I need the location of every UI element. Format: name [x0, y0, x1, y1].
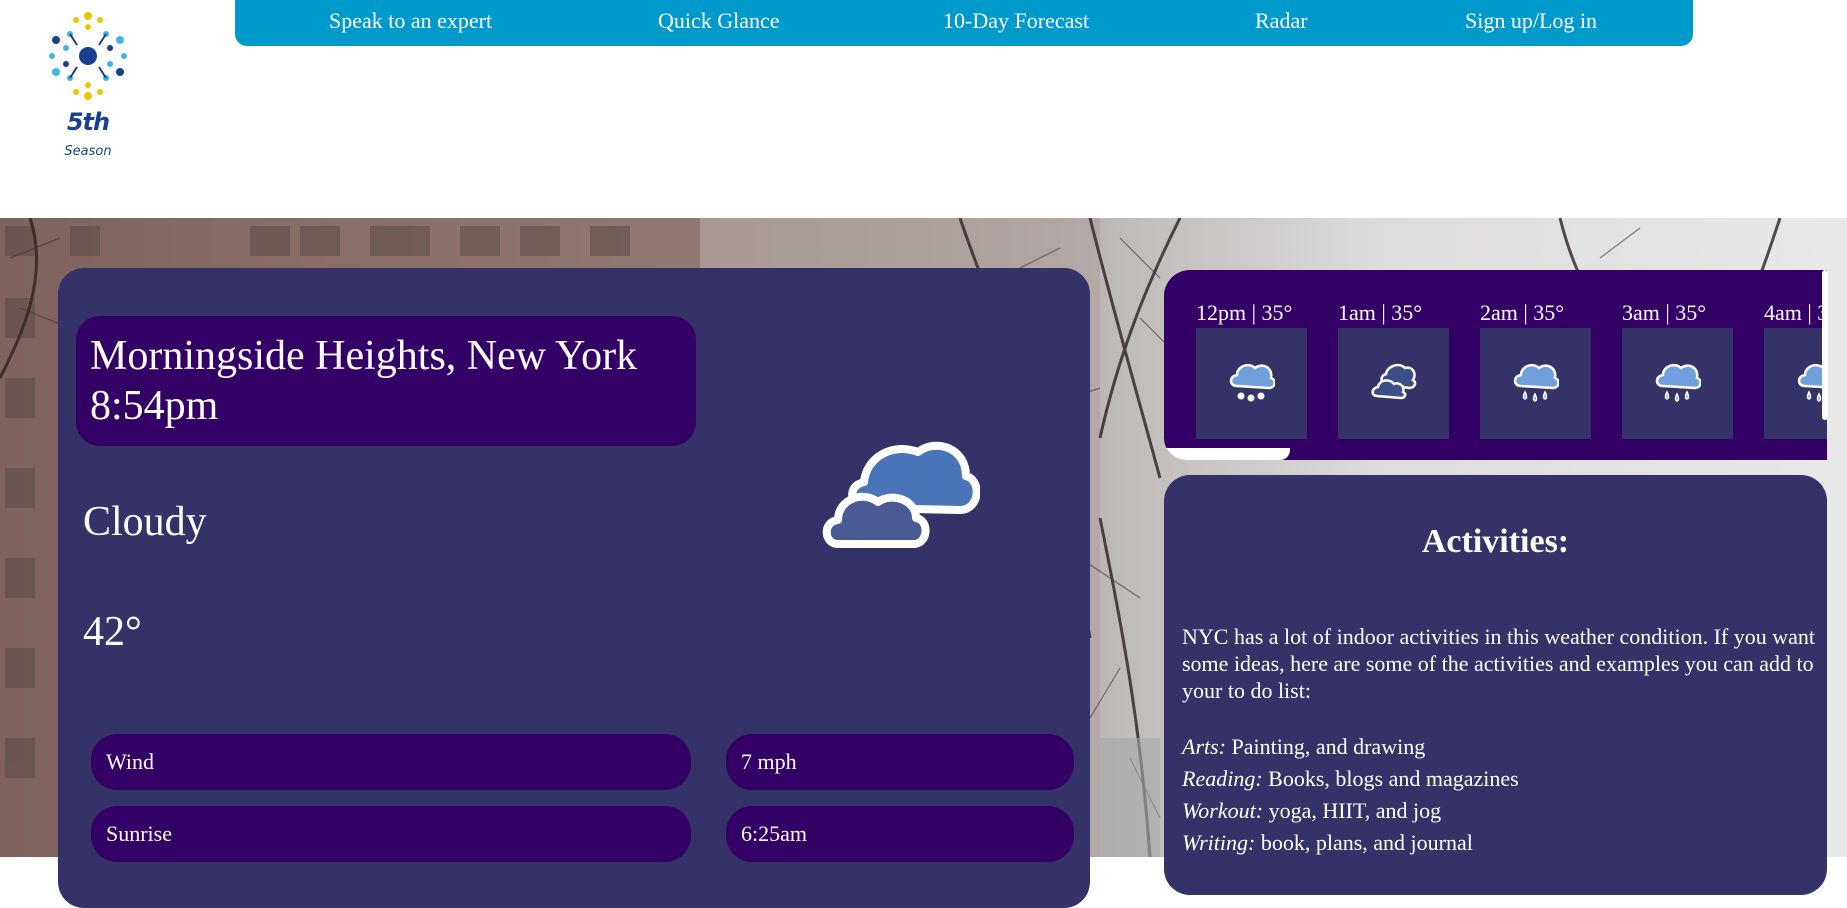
- rain-cloud-icon: [1655, 363, 1701, 402]
- hourly-time-temp: 2am | 35°: [1480, 300, 1565, 325]
- activity-category: Reading:: [1182, 766, 1269, 791]
- cloudy-icon: [822, 441, 980, 548]
- brand-logo[interactable]: 5th Season: [46, 10, 130, 160]
- activities-intro: NYC has a lot of indoor activities in th…: [1182, 624, 1815, 703]
- activity-category: Writing:: [1182, 830, 1261, 855]
- stat-sunrise-value: 6:25am: [726, 806, 1074, 862]
- logo-mark-icon: [49, 12, 127, 100]
- hourly-time-temp: 1am | 35°: [1338, 300, 1423, 325]
- vertical-scrollbar-thumb[interactable]: [1822, 270, 1828, 420]
- weather-condition: Cloudy: [83, 499, 207, 545]
- activities-card: Activities: NYC has a lot of indoor acti…: [1164, 475, 1827, 895]
- location-name: Morningside Heights, New York: [90, 333, 638, 379]
- snow-cloud-icon: [1229, 363, 1275, 402]
- activity-category: Arts:: [1182, 734, 1232, 759]
- activity-examples: yoga, HIIT, and jog: [1268, 798, 1442, 823]
- hourly-icon-tile: [1764, 328, 1827, 439]
- current-time: 8:54pm: [90, 383, 219, 429]
- current-weather-card: Morningside Heights, New York 8:54pm Clo…: [58, 268, 1090, 908]
- activity-examples: book, plans, and journal: [1260, 830, 1473, 855]
- rain-cloud-icon: [1513, 363, 1559, 402]
- nav-signup-login[interactable]: Sign up/Log in: [1465, 8, 1597, 34]
- stat-sunrise-label: Sunrise: [91, 806, 691, 862]
- nav-speak-to-expert[interactable]: Speak to an expert: [329, 8, 492, 34]
- activity-item: Workout: yoga, HIIT, and jog: [1182, 795, 1817, 827]
- hourly-time-temp: 12pm | 35°: [1196, 300, 1293, 325]
- hourly-icon-tile: [1622, 328, 1733, 439]
- activities-title: Activities:: [1421, 523, 1570, 560]
- current-temperature: 42°: [83, 609, 142, 655]
- activity-category: Workout:: [1182, 798, 1269, 823]
- hourly-icon-tile: [1196, 328, 1307, 439]
- nav-radar[interactable]: Radar: [1255, 8, 1308, 34]
- activity-item: Writing: book, plans, and journal: [1182, 827, 1817, 859]
- hourly-forecast-strip[interactable]: 12pm | 35° 1am | 35° 2am | 35° 3am | 35°…: [1164, 270, 1827, 460]
- activity-item: Arts: Painting, and drawing: [1182, 731, 1817, 763]
- brand-name: 5th: [66, 108, 110, 136]
- brand-subtitle: Season: [64, 144, 112, 159]
- hourly-icon-tile: [1480, 328, 1591, 439]
- nav-10-day-forecast[interactable]: 10-Day Forecast: [943, 8, 1089, 34]
- hourly-icon-tile: [1338, 328, 1449, 439]
- hourly-time-temp: 3am | 35°: [1622, 300, 1707, 325]
- horizontal-scrollbar-thumb[interactable]: [1164, 448, 1290, 460]
- cloudy-icon: [1371, 363, 1417, 400]
- activity-examples: Books, blogs and magazines: [1268, 766, 1519, 791]
- hourly-time-temp: 4am | 35°: [1764, 300, 1827, 325]
- top-navigation: Speak to an expert Quick Glance 10-Day F…: [235, 0, 1693, 46]
- activity-item: Reading: Books, blogs and magazines: [1182, 763, 1817, 795]
- stat-wind-label: Wind: [91, 734, 691, 790]
- location-time-box: Morningside Heights, New York 8:54pm: [76, 316, 696, 446]
- stat-wind-value: 7 mph: [726, 734, 1074, 790]
- activities-list: Arts: Painting, and drawing Reading: Boo…: [1182, 731, 1817, 859]
- nav-quick-glance[interactable]: Quick Glance: [658, 8, 780, 34]
- activity-examples: Painting, and drawing: [1231, 734, 1426, 759]
